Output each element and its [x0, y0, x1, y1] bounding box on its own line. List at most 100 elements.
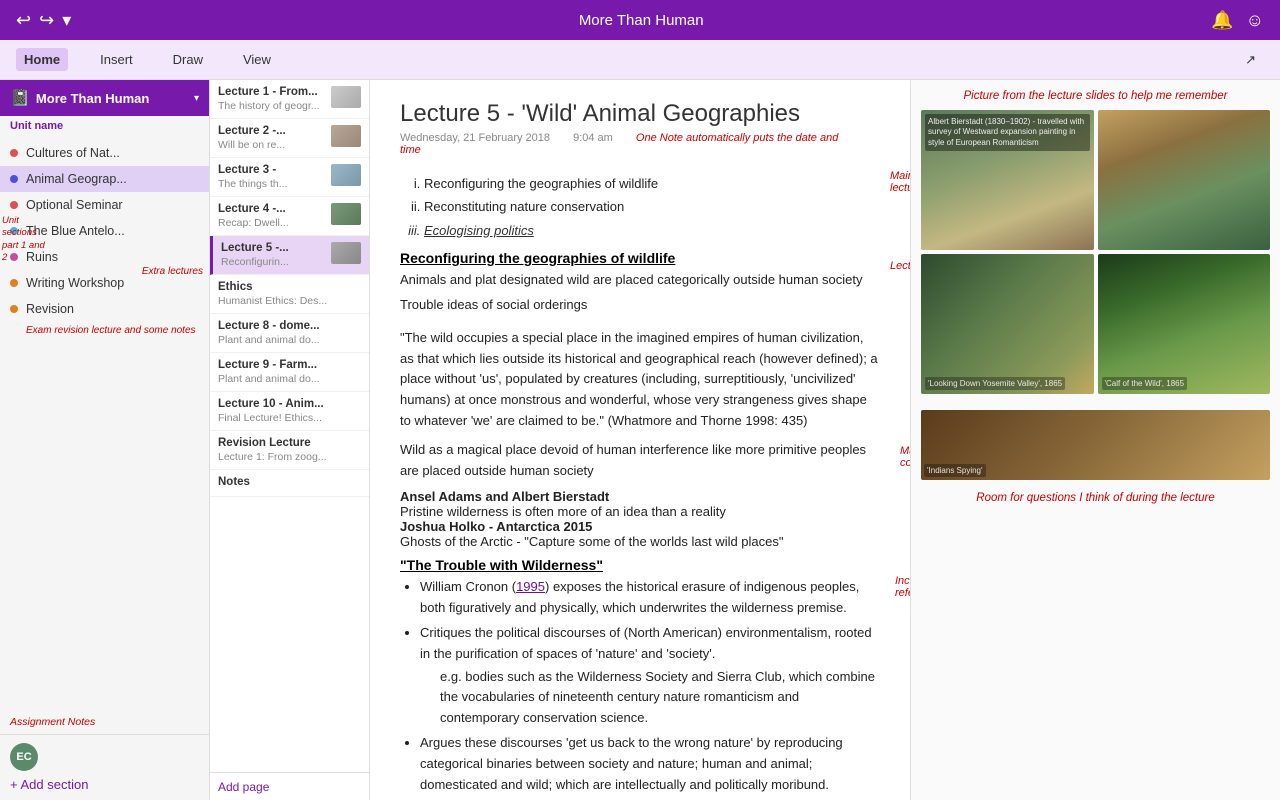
page-item[interactable]: Lecture 4 -... Recap: Dwell... [210, 197, 369, 236]
section-dot [10, 227, 18, 235]
pages-footer: Add page [210, 772, 369, 800]
image-calf: 'Calf of the Wild', 1865 [1098, 254, 1271, 394]
main-points-list: Reconfiguring the geographies of wildlif… [400, 172, 880, 242]
main-layout: 📓 More Than Human ▾ Unit name Cultures o… [0, 80, 1280, 800]
page-title: Lecture 2 -... [218, 125, 286, 137]
sidebar-item-animal[interactable]: Animal Geograp... [0, 166, 209, 192]
bell-icon[interactable]: 🔔 [1211, 10, 1233, 31]
include-links-annotation: Include links if possible for future ref… [895, 575, 910, 599]
image-caption: 'Calf of the Wild', 1865 [1102, 377, 1188, 390]
image-caption: 'Indians Spying' [924, 464, 986, 477]
menu-draw[interactable]: Draw [165, 48, 211, 71]
sidebar-item-cultures[interactable]: Cultures of Nat... [0, 140, 209, 166]
quote-block: "The wild occupies a special place in th… [400, 328, 880, 432]
sidebar-item-optional[interactable]: Optional Seminar [0, 192, 209, 218]
image-bierstadt-info: Albert Bierstadt (1830–1902) - travelled… [921, 110, 1094, 250]
section-label: Animal Geograp... [26, 172, 127, 186]
list-item-eco: Ecologising politics [424, 219, 880, 242]
spell-names-annotation: Make sure to spell names correctly, and … [900, 445, 910, 469]
user-icon-button[interactable]: ☺ [1246, 10, 1264, 31]
page-preview: Plant and animal do... [218, 373, 361, 385]
page-item-active[interactable]: Lecture 5 -... Reconfigurin... [210, 236, 369, 275]
bullet-item-critiques: Critiques the political discourses of (N… [420, 623, 880, 729]
section-dot [10, 149, 18, 157]
add-section-button[interactable]: + Add section [10, 777, 88, 792]
content-wrapper: Lecture 5 - 'Wild' Animal Geographies We… [400, 100, 880, 800]
page-preview: Reconfigurin... [221, 256, 289, 268]
section-label: The Blue Antelo... [26, 224, 125, 238]
menu-bar: Home Insert Draw View ↗ [0, 40, 1280, 80]
page-item[interactable]: Notes [210, 470, 369, 497]
unit-name-label: Unit name [0, 116, 209, 136]
page-item[interactable]: Lecture 9 - Farm... Plant and animal do.… [210, 353, 369, 392]
image-landscape [1098, 110, 1271, 250]
section-label: Ruins [26, 250, 58, 264]
para3: Wild as a magical place devoid of human … [400, 440, 880, 482]
page-preview: Will be on re... [218, 139, 286, 151]
page-item[interactable]: Ethics Humanist Ethics: Des... [210, 275, 369, 314]
menu-home[interactable]: Home [16, 48, 68, 71]
para1: Animals and plat designated wild are pla… [400, 270, 880, 291]
right-panel: Picture from the lecture slides to help … [910, 80, 1280, 800]
sidebar-footer: EC + Add section [0, 734, 209, 800]
share-button[interactable]: ↗ [1237, 48, 1264, 72]
questions-annotation: Room for questions I think of during the… [921, 492, 1270, 504]
names-joshua: Joshua Holko - Antarctica 2015 [400, 519, 880, 534]
image-yosemite: 'Looking Down Yosemite Valley', 1865 [921, 254, 1094, 394]
notebook-header[interactable]: 📓 More Than Human ▾ [0, 80, 209, 116]
page-item[interactable]: Lecture 10 - Anim... Final Lecture! Ethi… [210, 392, 369, 431]
notebook-icon: 📓 [10, 88, 30, 108]
cronon-link[interactable]: 1995 [516, 579, 545, 594]
app-title: More Than Human [579, 12, 704, 29]
page-title: Lecture 3 - [218, 164, 287, 176]
page-date: Wednesday, 21 February 2018 [400, 132, 550, 144]
page-title: Lecture 1 - From... [218, 86, 320, 98]
section-label: Writing Workshop [26, 276, 124, 290]
sidebar-item-writing[interactable]: Writing Workshop [0, 270, 209, 296]
image-grid: Albert Bierstadt (1830–1902) - travelled… [921, 110, 1270, 394]
section-dot [10, 175, 18, 183]
section-label: Revision [26, 302, 74, 316]
image-caption: 'Looking Down Yosemite Valley', 1865 [925, 377, 1065, 390]
sidebar-item-revision[interactable]: Revision [0, 296, 209, 322]
menu-insert[interactable]: Insert [92, 48, 141, 71]
note-section-trouble: "The Trouble with Wilderness" William Cr… [400, 557, 880, 795]
page-preview: The history of geogr... [218, 100, 320, 112]
add-page-button[interactable]: Add page [218, 780, 269, 794]
more-button[interactable]: ▾ [62, 10, 71, 31]
undo-button[interactable]: ↩ [16, 10, 31, 31]
page-item[interactable]: Lecture 3 - The things th... [210, 158, 369, 197]
page-title: Lecture 10 - Anim... [218, 398, 361, 410]
subheading-wildlife: Reconfiguring the geographies of wildlif… [400, 250, 880, 266]
bullet-list: William Cronon (1995) exposes the histor… [400, 577, 880, 795]
page-item[interactable]: Revision Lecture Lecture 1: From zoog... [210, 431, 369, 470]
assignment-notes-annotation: Assignment Notes [0, 710, 209, 734]
subheadings-annotation: Lecture subheadings [890, 260, 910, 272]
page-title: Revision Lecture [218, 437, 361, 449]
page-item[interactable]: Lecture 2 -... Will be on re... [210, 119, 369, 158]
note-section-wildlife: Reconfiguring the geographies of wildlif… [400, 250, 880, 316]
sidebar-item-blue-antelope[interactable]: The Blue Antelo... [0, 218, 209, 244]
page-preview: Plant and animal do... [218, 334, 361, 346]
main-points-annotation: Main points/sections of the lecture [890, 170, 910, 194]
bullet-item-cronon: William Cronon (1995) exposes the histor… [420, 577, 880, 619]
bullet-item-argues: Argues these discourses 'get us back to … [420, 733, 880, 795]
page-title: Lecture 5 -... [221, 242, 289, 254]
menu-view[interactable]: View [235, 48, 279, 71]
page-item[interactable]: Lecture 1 - From... The history of geogr… [210, 80, 369, 119]
sidebar-item-ruins[interactable]: Ruins Extra lectures [0, 244, 209, 270]
page-preview: Final Lecture! Ethics... [218, 412, 361, 424]
redo-button[interactable]: ↪ [39, 10, 54, 31]
exam-revision-annotation: Exam revision lecture and some notes [0, 322, 209, 343]
section-dot [10, 201, 18, 209]
image-row-bottom: 'Indians Spying' [921, 410, 1270, 480]
section-dot [10, 253, 18, 261]
title-bar-right: 🔔 ☺ [1211, 10, 1264, 31]
title-bar: ↩ ↪ ▾ More Than Human 🔔 ☺ [0, 0, 1280, 40]
page-item[interactable]: Lecture 8 - dome... Plant and animal do.… [210, 314, 369, 353]
page-title-main: Lecture 5 - 'Wild' Animal Geographies [400, 100, 880, 128]
page-meta: Wednesday, 21 February 2018 9:04 am One … [400, 132, 880, 156]
page-title: Lecture 8 - dome... [218, 320, 361, 332]
trouble-heading: "The Trouble with Wilderness" [400, 557, 880, 573]
sub-bullet-list: e.g. bodies such as the Wilderness Socie… [420, 667, 880, 729]
